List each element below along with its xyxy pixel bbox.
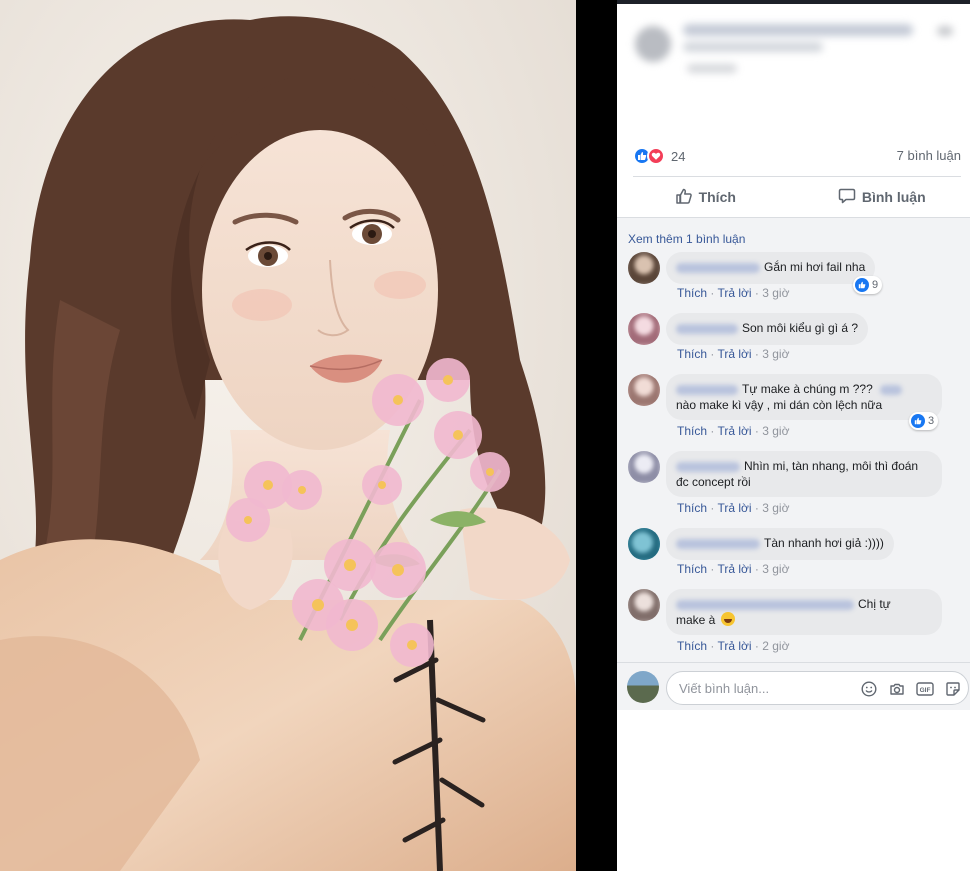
reaction-summary[interactable]: 24 [633,146,685,166]
commenter-avatar[interactable] [628,528,660,560]
comment-reply-link[interactable]: Trả lời [717,347,751,361]
comment-meta: Thích · Trả lời · 2 giờ [677,639,790,653]
comment-reply-link[interactable]: Trả lời [717,424,751,438]
gif-icon[interactable]: GIF [916,680,934,698]
comment-bubble: Gắn mi hơi fail nha [666,252,876,284]
photo-viewer: 24 7 bình luận Thích Bình luận Xem thêm … [0,0,970,871]
comment-count-link[interactable]: 7 bình luận [897,148,961,163]
comment-reaction-count: 3 [928,415,935,427]
comment-reply-link[interactable]: Trả lời [717,286,751,300]
comment-meta: Thích · Trả lời · 3 giờ [677,424,790,438]
comment-icon [838,187,856,208]
comment-time[interactable]: 3 giờ [762,562,789,576]
commenter-name[interactable] [676,384,738,395]
comment-input-placeholder: Viết bình luận... [679,681,770,696]
comment-meta: Thích · Trả lời · 3 giờ [677,286,790,300]
post-timestamp[interactable] [687,64,737,73]
comment-like-link[interactable]: Thích [677,501,707,515]
author-name[interactable] [683,24,913,36]
comment-like-link[interactable]: Thích [677,639,707,653]
rolling-laugh-emoji-icon [720,612,735,626]
smiley-icon[interactable] [860,680,878,698]
comment-reaction-count: 9 [872,279,879,291]
comment-like-link[interactable]: Thích [677,424,707,438]
comment-bubble: Son môi kiểu gì gì á ? [666,313,869,345]
commenter-avatar[interactable] [628,374,660,406]
camera-icon[interactable] [888,680,906,698]
comment-button-label: Bình luận [861,189,926,205]
commenter-avatar[interactable] [628,451,660,483]
like-icon [855,278,869,292]
commenter-name[interactable] [676,323,738,334]
comment-reply-link[interactable]: Trả lời [717,639,751,653]
composer-tools: GIF [860,680,962,698]
portrait-illustration [0,0,576,871]
post-header [617,4,970,84]
commenter-avatar[interactable] [628,589,660,621]
comment-bubble: Chị tự make à [666,589,942,635]
comment-text: Tàn nhanh hơi giả :)))) [764,536,884,550]
comment-bubble: Nhìn mi, tàn nhang, môi thì đoán đc conc… [666,451,942,497]
like-icon [911,414,925,428]
post-caption [683,42,823,52]
comment-time[interactable]: 3 giờ [762,347,789,361]
sticker-icon[interactable] [944,680,962,698]
current-user-avatar[interactable] [627,671,659,703]
comment-meta: Thích · Trả lời · 3 giờ [677,562,790,576]
svg-text:GIF: GIF [920,687,931,694]
commenter-avatar[interactable] [628,313,660,345]
comment-text-line1: Nhìn mi, tàn nhang, môi thì đoán [744,459,919,473]
blurred-text [880,384,903,395]
comment-composer: Viết bình luận... GIF [617,662,970,710]
commenter-name[interactable] [676,461,740,472]
commenter-avatar[interactable] [628,252,660,284]
comment-text-line2: make à [676,613,716,627]
reaction-count[interactable]: 24 [671,149,685,164]
commenter-name[interactable] [676,262,760,273]
comment-bubble: Tự make à chúng m ??? nào make kì vậy , … [666,374,942,420]
post-actions: Thích Bình luận [617,177,970,217]
comments-section: Xem thêm 1 bình luận Gắn mi hơi fail nha… [617,218,970,662]
commenter-name[interactable] [676,599,854,610]
comment-time[interactable]: 3 giờ [762,286,789,300]
comment-reaction-badge[interactable]: 9 [853,276,883,294]
comment-like-link[interactable]: Thích [677,347,707,361]
comment-text-line2: đc concept rồi [676,475,751,489]
like-button[interactable]: Thích [617,177,794,217]
love-icon [647,147,665,165]
comment-input[interactable]: Viết bình luận... GIF [666,671,969,705]
comment-text: Son môi kiểu gì gì á ? [742,321,859,335]
comment-like-link[interactable]: Thích [677,286,707,300]
see-more-comments-link[interactable]: Xem thêm 1 bình luận [628,232,745,246]
comment-text-line1: Tự make à chúng m ??? [742,382,873,396]
comment-like-link[interactable]: Thích [677,562,707,576]
comment-text-line2: nào make kì vậy , mi dán còn lệch nữa [676,398,883,412]
comment-time[interactable]: 2 giờ [762,639,789,653]
like-button-label: Thích [698,189,736,205]
more-options-icon[interactable] [937,26,953,36]
post-photo[interactable] [0,0,576,871]
commenter-name[interactable] [676,538,760,549]
comment-meta: Thích · Trả lời · 3 giờ [677,347,790,361]
comment-reply-link[interactable]: Trả lời [717,562,751,576]
viewer-gutter [576,0,617,871]
comment-reaction-badge[interactable]: 3 [909,412,939,430]
author-avatar[interactable] [635,26,671,62]
comment-time[interactable]: 3 giờ [762,501,789,515]
comment-bubble: Tàn nhanh hơi giả :)))) [666,528,894,560]
comment-text-line1: Chị tự [858,597,891,611]
comment-reply-link[interactable]: Trả lời [717,501,751,515]
comment-meta: Thích · Trả lời · 3 giờ [677,501,790,515]
comment-text: Gắn mi hơi fail nha [764,260,866,274]
comment-button[interactable]: Bình luận [794,177,970,217]
post-sidebar: 24 7 bình luận Thích Bình luận Xem thêm … [617,0,970,871]
comment-time[interactable]: 3 giờ [762,424,789,438]
thumbs-up-icon [675,187,693,208]
